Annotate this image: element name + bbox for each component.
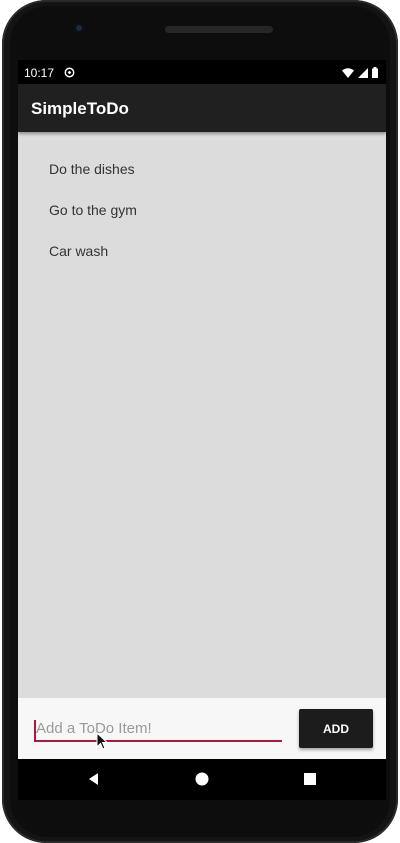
- add-button[interactable]: ADD: [299, 709, 373, 748]
- recent-apps-icon[interactable]: [302, 771, 318, 787]
- mouse-pointer-icon: [96, 732, 108, 750]
- add-item-bar: ADD: [18, 698, 386, 759]
- list-item[interactable]: Car wash: [18, 231, 386, 272]
- phone-frame: 10:17 SimpleToDo Do the dishes Go to the…: [2, 0, 398, 843]
- wifi-icon: [342, 67, 354, 78]
- sync-icon: [64, 67, 75, 78]
- front-camera: [74, 23, 84, 33]
- back-icon[interactable]: [86, 771, 102, 787]
- todo-list-area: Do the dishes Go to the gym Car wash: [18, 132, 386, 698]
- device-screen: 10:17 SimpleToDo Do the dishes Go to the…: [18, 60, 386, 800]
- signal-icon: [358, 67, 368, 78]
- navigation-bar: [18, 759, 386, 800]
- todo-input[interactable]: [34, 716, 282, 742]
- home-icon[interactable]: [194, 771, 210, 787]
- list-item[interactable]: Go to the gym: [18, 190, 386, 231]
- todo-list: Do the dishes Go to the gym Car wash: [18, 132, 386, 272]
- status-icons: [342, 67, 378, 78]
- app-title: SimpleToDo: [31, 99, 129, 118]
- app-bar: SimpleToDo: [18, 84, 386, 132]
- text-caret: [34, 720, 36, 740]
- earpiece-speaker: [165, 26, 273, 33]
- battery-icon: [372, 67, 378, 78]
- status-time: 10:17: [24, 66, 55, 80]
- list-item[interactable]: Do the dishes: [18, 149, 386, 190]
- status-bar: 10:17: [18, 60, 386, 84]
